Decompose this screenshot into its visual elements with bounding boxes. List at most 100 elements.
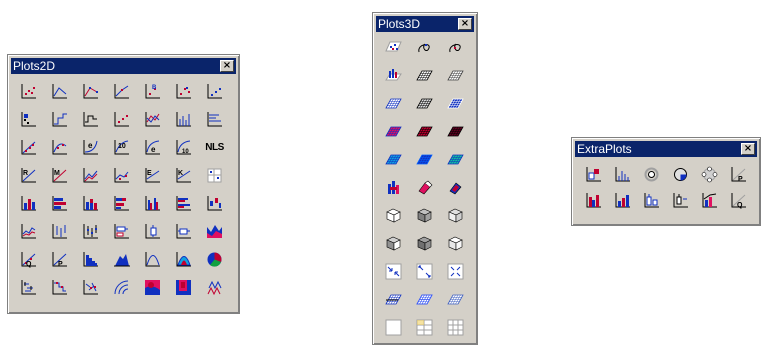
stacked-bar-icon[interactable] bbox=[81, 194, 100, 213]
column-chart-icon[interactable] bbox=[613, 165, 632, 184]
multi-step-icon[interactable] bbox=[50, 278, 69, 297]
color-surface-teal-icon[interactable] bbox=[446, 150, 465, 169]
plots3d-titlebar[interactable]: Plots3D × bbox=[376, 16, 474, 32]
vector-xy-icon[interactable] bbox=[81, 278, 100, 297]
ribbon3d-icon[interactable] bbox=[415, 178, 434, 197]
plots3d-close-button[interactable]: × bbox=[458, 18, 472, 30]
bar3d-stack-icon[interactable] bbox=[384, 178, 403, 197]
surface-flat-icon[interactable] bbox=[446, 290, 465, 309]
multi-line-icon[interactable] bbox=[143, 110, 162, 129]
exponential-fit-icon[interactable]: e bbox=[81, 138, 100, 157]
polar-plot-icon[interactable] bbox=[112, 278, 131, 297]
contour-color-icon[interactable] bbox=[143, 278, 162, 297]
arrow-out-icon[interactable] bbox=[415, 262, 434, 281]
spiral3d-alt-icon[interactable] bbox=[446, 38, 465, 57]
linear-fit-icon[interactable] bbox=[19, 138, 38, 157]
hi-lo-close-icon[interactable] bbox=[81, 222, 100, 241]
step-horizontal-icon[interactable] bbox=[81, 110, 100, 129]
scatter-small-icon[interactable] bbox=[205, 82, 224, 101]
hi-lo-icon[interactable] bbox=[50, 222, 69, 241]
plots2d-titlebar[interactable]: Plots2D × bbox=[11, 58, 236, 74]
color-surface-red-icon[interactable] bbox=[415, 122, 434, 141]
extraplots-titlebar[interactable]: ExtraPlots × bbox=[575, 141, 757, 157]
cube-wire-icon[interactable] bbox=[384, 206, 403, 225]
vertical-drop-icon[interactable] bbox=[174, 110, 193, 129]
multiple-regression-icon[interactable]: M bbox=[50, 166, 69, 185]
area-line-icon[interactable] bbox=[19, 222, 38, 241]
color-surface-cyan-icon[interactable] bbox=[384, 150, 403, 169]
filled-area-icon[interactable] bbox=[112, 250, 131, 269]
pie-chart-icon[interactable] bbox=[205, 250, 224, 269]
polynomial-fit-icon[interactable] bbox=[50, 138, 69, 157]
fill-curve-icon[interactable] bbox=[174, 250, 193, 269]
q-chart-icon[interactable]: Q bbox=[729, 191, 748, 210]
line-symbol-plot-icon[interactable] bbox=[81, 82, 100, 101]
area-mountain-icon[interactable] bbox=[205, 222, 224, 241]
dot-line-icon[interactable] bbox=[112, 110, 131, 129]
grouped-bar-icon[interactable] bbox=[143, 194, 162, 213]
q-q-plot-icon[interactable]: Q bbox=[19, 250, 38, 269]
box-bar-icon[interactable] bbox=[642, 191, 661, 210]
smooth-fit-icon[interactable] bbox=[112, 166, 131, 185]
wire-surface-icon[interactable] bbox=[415, 66, 434, 85]
r-squared-icon[interactable]: R bbox=[19, 166, 38, 185]
flower-icon[interactable] bbox=[700, 165, 719, 184]
arrow-grid-icon[interactable] bbox=[446, 262, 465, 281]
box-horizontal-icon[interactable] bbox=[112, 222, 131, 241]
color-surface-dark-icon[interactable] bbox=[446, 122, 465, 141]
stacked-bar-red-icon[interactable] bbox=[584, 191, 603, 210]
cube-shaded-alt-icon[interactable] bbox=[415, 234, 434, 253]
surface-slice-icon[interactable] bbox=[384, 290, 403, 309]
horizontal-stacked-icon[interactable] bbox=[112, 194, 131, 213]
vector-plot-icon[interactable] bbox=[19, 278, 38, 297]
empty-grid-icon[interactable] bbox=[384, 318, 403, 337]
mesh-surface-icon[interactable] bbox=[384, 94, 403, 113]
cube-left-icon[interactable] bbox=[384, 234, 403, 253]
circle-filled-icon[interactable] bbox=[671, 165, 690, 184]
circle-loop-icon[interactable] bbox=[642, 165, 661, 184]
spline-fit-icon[interactable] bbox=[81, 166, 100, 185]
cube-outline-icon[interactable] bbox=[446, 206, 465, 225]
bar3d-icon[interactable] bbox=[384, 66, 403, 85]
bar-xy-icon[interactable] bbox=[584, 165, 603, 184]
step-plot-icon[interactable] bbox=[50, 110, 69, 129]
log-fit-icon[interactable]: e bbox=[143, 138, 162, 157]
nls-fit-icon[interactable]: NLS bbox=[205, 138, 224, 157]
plots2d-close-button[interactable]: × bbox=[220, 60, 234, 72]
table-grid-icon[interactable] bbox=[415, 318, 434, 337]
p-chart-icon[interactable]: P bbox=[729, 165, 748, 184]
arrow-in-icon[interactable] bbox=[384, 262, 403, 281]
scatter3d-icon[interactable] bbox=[384, 38, 403, 57]
box-horizontal-plot-icon[interactable] bbox=[174, 222, 193, 241]
ribbon3d-color-icon[interactable] bbox=[446, 178, 465, 197]
error-fit-icon[interactable]: E bbox=[143, 166, 162, 185]
bar-chart-icon[interactable] bbox=[19, 194, 38, 213]
log10-fit-icon[interactable]: 10 bbox=[174, 138, 193, 157]
p-p-plot-icon[interactable]: P bbox=[50, 250, 69, 269]
scatter-block-icon[interactable] bbox=[19, 110, 38, 129]
extraplots-close-button[interactable]: × bbox=[741, 143, 755, 155]
surface-double-icon[interactable] bbox=[415, 290, 434, 309]
full-grid-icon[interactable] bbox=[446, 318, 465, 337]
power-fit-icon[interactable]: 10 bbox=[112, 138, 131, 157]
floating-bar-icon[interactable] bbox=[205, 194, 224, 213]
mesh-surface-filled-icon[interactable] bbox=[446, 94, 465, 113]
scatter-color-icon[interactable] bbox=[174, 82, 193, 101]
cube-shaded-icon[interactable] bbox=[415, 206, 434, 225]
scatter-ab-icon[interactable]: B bbox=[143, 82, 162, 101]
bar-group-icon[interactable] bbox=[613, 191, 632, 210]
wire-surface-alt-icon[interactable] bbox=[446, 66, 465, 85]
cube-outline-alt-icon[interactable] bbox=[446, 234, 465, 253]
box-plot-icon[interactable] bbox=[143, 222, 162, 241]
error-bar-icon[interactable] bbox=[671, 191, 690, 210]
color-surface-blue-icon[interactable] bbox=[415, 150, 434, 169]
ternary-plot-icon[interactable] bbox=[205, 278, 224, 297]
k-fit-icon[interactable]: K bbox=[174, 166, 193, 185]
cross-grid-icon[interactable] bbox=[205, 166, 224, 185]
horizontal-bar-icon[interactable] bbox=[50, 194, 69, 213]
scatter-plot-icon[interactable] bbox=[19, 82, 38, 101]
color-surface-magenta-icon[interactable] bbox=[384, 122, 403, 141]
line-plot-icon[interactable] bbox=[50, 82, 69, 101]
distribution-curve-icon[interactable] bbox=[143, 250, 162, 269]
horizontal-grouped-icon[interactable] bbox=[174, 194, 193, 213]
